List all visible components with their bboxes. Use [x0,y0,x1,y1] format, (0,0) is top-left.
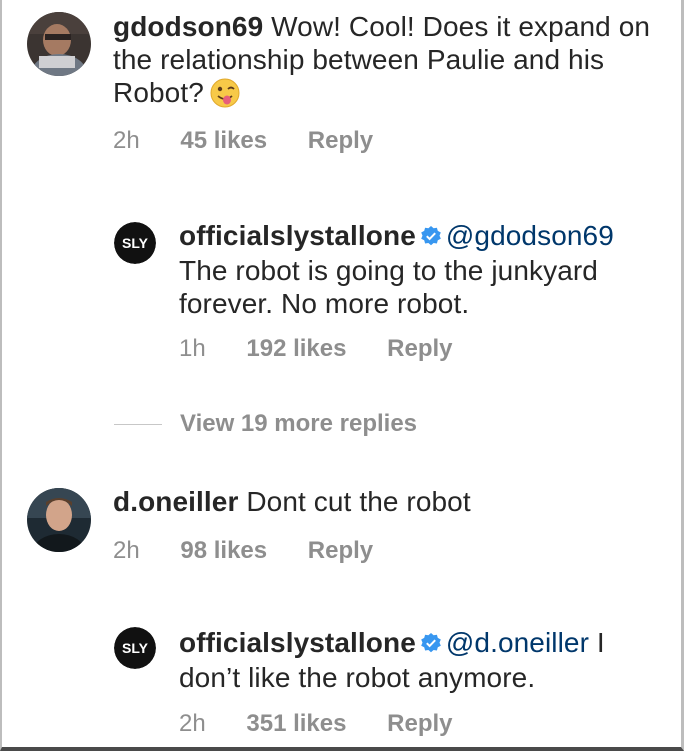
reply-button[interactable]: Reply [387,710,452,737]
avatar-officialslystallone[interactable]: SLY [114,222,156,264]
username[interactable]: gdodson69 [113,11,263,42]
divider-line [114,424,162,426]
reply-meta: 1h 192 likes Reply [179,335,487,363]
sly-logo-text: SLY [122,640,149,656]
comment-text: gdodson69 Wow! Cool! Does it expand on t… [113,10,663,115]
winking-face-with-tongue-icon [210,78,240,115]
avatar-doneiller[interactable] [27,488,91,552]
avatar-officialslystallone[interactable]: SLY [114,627,156,669]
timestamp: 2h [113,537,140,564]
username[interactable]: officialslystallone [179,627,416,658]
username[interactable]: d.oneiller [113,486,238,517]
username[interactable]: officialslystallone [179,220,416,251]
verified-badge-icon [420,628,442,661]
comment-body: Dont cut the robot [246,486,471,517]
timestamp: 2h [179,710,206,737]
reply-button[interactable]: Reply [308,127,373,154]
comment-meta: 2h 98 likes Reply [113,537,407,565]
timestamp: 1h [179,335,206,362]
likes-count[interactable]: 98 likes [180,537,267,564]
comment-meta: 2h 45 likes Reply [113,127,407,155]
comment-text: d.oneiller Dont cut the robot [113,485,663,518]
likes-count[interactable]: 45 likes [180,127,267,154]
avatar-gdodson69[interactable] [27,12,91,76]
mention-link[interactable]: @d.oneiller [446,627,589,658]
sly-logo-text: SLY [122,235,149,251]
reply-button[interactable]: Reply [387,335,452,362]
likes-count[interactable]: 351 likes [246,710,346,737]
timestamp: 2h [113,127,140,154]
reply-text: officialslystallone @gdodson69 The robot… [179,219,659,320]
reply-meta: 2h 351 likes Reply [179,710,487,738]
reply-body: The robot is going to the junkyard forev… [179,255,598,319]
likes-count[interactable]: 192 likes [246,335,346,362]
reply-text: officialslystallone @d.oneiller I don’t … [179,626,659,694]
verified-badge-icon [420,221,442,254]
reply-button[interactable]: Reply [308,537,373,564]
mention-link[interactable]: @gdodson69 [446,220,614,251]
view-more-replies-button[interactable]: View 19 more replies [114,410,417,440]
view-more-label: View 19 more replies [180,410,418,437]
